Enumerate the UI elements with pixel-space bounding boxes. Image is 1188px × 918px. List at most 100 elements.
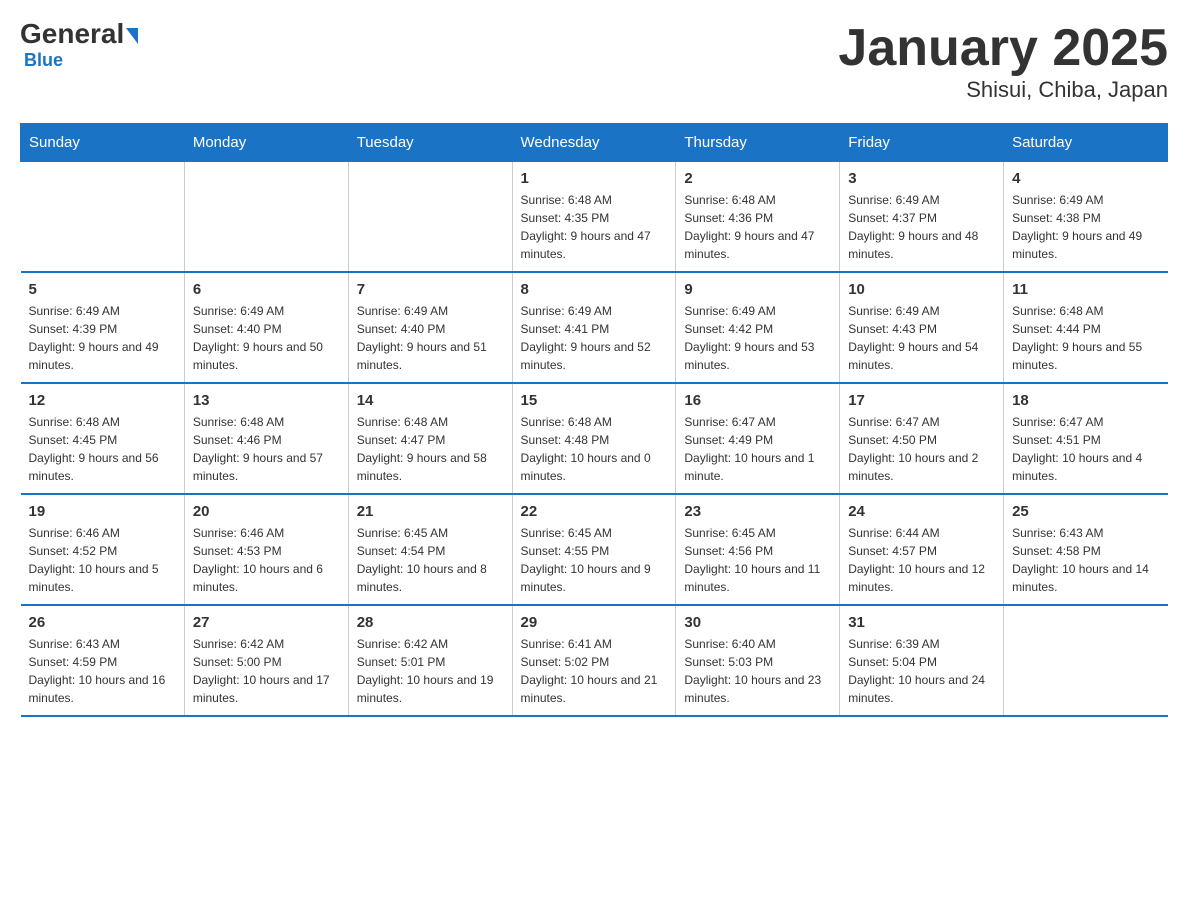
day-number: 12 <box>29 392 176 409</box>
calendar-cell: 1 Sunrise: 6:48 AM Sunset: 4:35 PM Daylig… <box>512 162 676 273</box>
calendar-cell: 22 Sunrise: 6:45 AM Sunset: 4:55 PM Dayli… <box>512 494 676 605</box>
calendar-cell: 24 Sunrise: 6:44 AM Sunset: 4:57 PM Dayli… <box>840 494 1004 605</box>
day-number: 23 <box>684 503 831 520</box>
day-number: 27 <box>193 614 340 631</box>
calendar-day-header: Wednesday <box>512 124 676 162</box>
day-info: Sunrise: 6:44 AM Sunset: 4:57 PM Dayligh… <box>848 524 995 596</box>
day-number: 15 <box>521 392 668 409</box>
calendar-week-row: 26 Sunrise: 6:43 AM Sunset: 4:59 PM Dayli… <box>21 605 1168 716</box>
day-info: Sunrise: 6:49 AM Sunset: 4:40 PM Dayligh… <box>193 302 340 374</box>
calendar-cell <box>1004 605 1168 716</box>
day-info: Sunrise: 6:42 AM Sunset: 5:01 PM Dayligh… <box>357 635 504 707</box>
calendar-header-row: SundayMondayTuesdayWednesdayThursdayFrid… <box>21 124 1168 162</box>
day-info: Sunrise: 6:46 AM Sunset: 4:53 PM Dayligh… <box>193 524 340 596</box>
calendar-cell: 15Sunrise: 6:48 AM Sunset: 4:48 PM Dayli… <box>512 383 676 494</box>
calendar-cell: 2 Sunrise: 6:48 AM Sunset: 4:36 PM Daylig… <box>676 162 840 273</box>
day-info: Sunrise: 6:41 AM Sunset: 5:02 PM Dayligh… <box>521 635 668 707</box>
day-number: 4 <box>1012 170 1159 187</box>
calendar-cell: 27 Sunrise: 6:42 AM Sunset: 5:00 PM Dayli… <box>184 605 348 716</box>
calendar-cell: 10 Sunrise: 6:49 AM Sunset: 4:43 PM Dayli… <box>840 272 1004 383</box>
calendar-cell: 11Sunrise: 6:48 AM Sunset: 4:44 PM Dayli… <box>1004 272 1168 383</box>
calendar-cell: 9 Sunrise: 6:49 AM Sunset: 4:42 PM Daylig… <box>676 272 840 383</box>
day-info: Sunrise: 6:45 AM Sunset: 4:55 PM Dayligh… <box>521 524 668 596</box>
calendar-cell: 19Sunrise: 6:46 AM Sunset: 4:52 PM Dayli… <box>21 494 185 605</box>
day-info: Sunrise: 6:48 AM Sunset: 4:36 PM Dayligh… <box>684 191 831 263</box>
day-number: 2 <box>684 170 831 187</box>
day-number: 6 <box>193 281 340 298</box>
calendar-day-header: Friday <box>840 124 1004 162</box>
calendar-cell: 25Sunrise: 6:43 AM Sunset: 4:58 PM Dayli… <box>1004 494 1168 605</box>
day-info: Sunrise: 6:47 AM Sunset: 4:50 PM Dayligh… <box>848 413 995 485</box>
day-number: 16 <box>684 392 831 409</box>
day-number: 10 <box>848 281 995 298</box>
calendar-day-header: Saturday <box>1004 124 1168 162</box>
day-info: Sunrise: 6:49 AM Sunset: 4:43 PM Dayligh… <box>848 302 995 374</box>
day-info: Sunrise: 6:49 AM Sunset: 4:41 PM Dayligh… <box>521 302 668 374</box>
day-number: 29 <box>521 614 668 631</box>
calendar-cell: 18Sunrise: 6:47 AM Sunset: 4:51 PM Dayli… <box>1004 383 1168 494</box>
calendar-cell: 29 Sunrise: 6:41 AM Sunset: 5:02 PM Dayli… <box>512 605 676 716</box>
calendar-cell: 16 Sunrise: 6:47 AM Sunset: 4:49 PM Dayli… <box>676 383 840 494</box>
day-number: 8 <box>521 281 668 298</box>
day-info: Sunrise: 6:45 AM Sunset: 4:56 PM Dayligh… <box>684 524 831 596</box>
day-info: Sunrise: 6:49 AM Sunset: 4:39 PM Dayligh… <box>29 302 176 374</box>
day-number: 26 <box>29 614 176 631</box>
day-number: 1 <box>521 170 668 187</box>
calendar-cell <box>348 162 512 273</box>
day-info: Sunrise: 6:39 AM Sunset: 5:04 PM Dayligh… <box>848 635 995 707</box>
day-info: Sunrise: 6:46 AM Sunset: 4:52 PM Dayligh… <box>29 524 176 596</box>
day-number: 17 <box>848 392 995 409</box>
calendar-cell: 3 Sunrise: 6:49 AM Sunset: 4:37 PM Daylig… <box>840 162 1004 273</box>
calendar-cell: 28 Sunrise: 6:42 AM Sunset: 5:01 PM Dayli… <box>348 605 512 716</box>
day-number: 30 <box>684 614 831 631</box>
day-info: Sunrise: 6:43 AM Sunset: 4:58 PM Dayligh… <box>1012 524 1159 596</box>
day-info: Sunrise: 6:48 AM Sunset: 4:35 PM Dayligh… <box>521 191 668 263</box>
day-info: Sunrise: 6:42 AM Sunset: 5:00 PM Dayligh… <box>193 635 340 707</box>
day-number: 11 <box>1012 281 1159 298</box>
day-number: 14 <box>357 392 504 409</box>
day-number: 13 <box>193 392 340 409</box>
logo: General Blue <box>20 20 138 71</box>
calendar-cell: 31 Sunrise: 6:39 AM Sunset: 5:04 PM Dayli… <box>840 605 1004 716</box>
calendar-cell: 13Sunrise: 6:48 AM Sunset: 4:46 PM Dayli… <box>184 383 348 494</box>
calendar-cell: 21Sunrise: 6:45 AM Sunset: 4:54 PM Dayli… <box>348 494 512 605</box>
day-info: Sunrise: 6:49 AM Sunset: 4:40 PM Dayligh… <box>357 302 504 374</box>
logo-blue: Blue <box>24 50 63 71</box>
day-number: 5 <box>29 281 176 298</box>
calendar-week-row: 1 Sunrise: 6:48 AM Sunset: 4:35 PM Daylig… <box>21 162 1168 273</box>
day-info: Sunrise: 6:48 AM Sunset: 4:47 PM Dayligh… <box>357 413 504 485</box>
calendar-cell: 4Sunrise: 6:49 AM Sunset: 4:38 PM Daylig… <box>1004 162 1168 273</box>
calendar-cell <box>184 162 348 273</box>
calendar-cell: 17 Sunrise: 6:47 AM Sunset: 4:50 PM Dayli… <box>840 383 1004 494</box>
calendar-cell: 7 Sunrise: 6:49 AM Sunset: 4:40 PM Daylig… <box>348 272 512 383</box>
calendar-cell: 5 Sunrise: 6:49 AM Sunset: 4:39 PM Daylig… <box>21 272 185 383</box>
day-number: 28 <box>357 614 504 631</box>
calendar-cell: 6 Sunrise: 6:49 AM Sunset: 4:40 PM Daylig… <box>184 272 348 383</box>
day-number: 24 <box>848 503 995 520</box>
calendar-day-header: Monday <box>184 124 348 162</box>
calendar-cell <box>21 162 185 273</box>
day-number: 3 <box>848 170 995 187</box>
day-info: Sunrise: 6:49 AM Sunset: 4:37 PM Dayligh… <box>848 191 995 263</box>
calendar-table: SundayMondayTuesdayWednesdayThursdayFrid… <box>20 123 1168 717</box>
calendar-day-header: Sunday <box>21 124 185 162</box>
calendar-cell: 12Sunrise: 6:48 AM Sunset: 4:45 PM Dayli… <box>21 383 185 494</box>
calendar-day-header: Tuesday <box>348 124 512 162</box>
day-info: Sunrise: 6:43 AM Sunset: 4:59 PM Dayligh… <box>29 635 176 707</box>
day-number: 9 <box>684 281 831 298</box>
calendar-week-row: 5 Sunrise: 6:49 AM Sunset: 4:39 PM Daylig… <box>21 272 1168 383</box>
page-header: General Blue January 2025 Shisui, Chiba,… <box>20 20 1168 103</box>
day-info: Sunrise: 6:45 AM Sunset: 4:54 PM Dayligh… <box>357 524 504 596</box>
day-info: Sunrise: 6:49 AM Sunset: 4:42 PM Dayligh… <box>684 302 831 374</box>
title-area: January 2025 Shisui, Chiba, Japan <box>838 20 1168 103</box>
calendar-cell: 26 Sunrise: 6:43 AM Sunset: 4:59 PM Dayli… <box>21 605 185 716</box>
day-number: 31 <box>848 614 995 631</box>
day-number: 7 <box>357 281 504 298</box>
calendar-cell: 23 Sunrise: 6:45 AM Sunset: 4:56 PM Dayli… <box>676 494 840 605</box>
calendar-day-header: Thursday <box>676 124 840 162</box>
day-info: Sunrise: 6:40 AM Sunset: 5:03 PM Dayligh… <box>684 635 831 707</box>
day-info: Sunrise: 6:47 AM Sunset: 4:49 PM Dayligh… <box>684 413 831 485</box>
day-number: 22 <box>521 503 668 520</box>
day-info: Sunrise: 6:47 AM Sunset: 4:51 PM Dayligh… <box>1012 413 1159 485</box>
calendar-week-row: 19Sunrise: 6:46 AM Sunset: 4:52 PM Dayli… <box>21 494 1168 605</box>
